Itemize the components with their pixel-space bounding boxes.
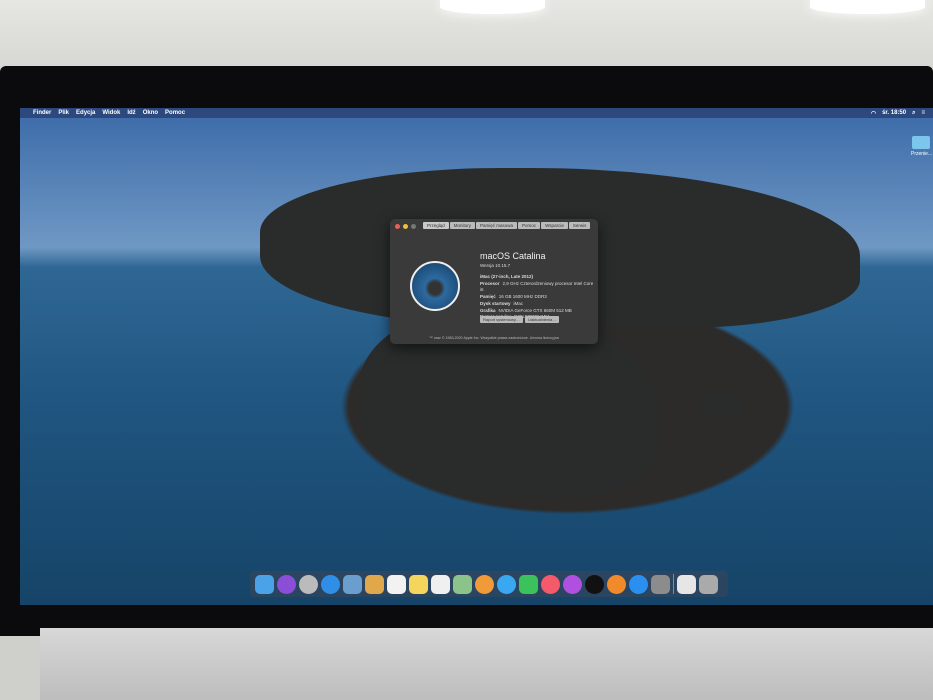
os-version: Wersja 10.15.7 [480, 263, 511, 268]
dock-notes-icon[interactable] [409, 574, 428, 594]
spec-label: Pamięć [480, 294, 496, 300]
tab-storage[interactable]: Pamięć masowa [476, 222, 518, 229]
tab-overview[interactable]: Przegląd [423, 222, 449, 229]
ceiling-lamp [440, 0, 545, 14]
macos-catalina-logo-icon [410, 261, 460, 311]
zoom-button[interactable] [411, 224, 416, 229]
model-name: iMac (27-inch, Late 2012) [480, 274, 534, 279]
dock [250, 571, 728, 597]
dock-contacts-icon[interactable] [365, 574, 384, 594]
dock-books-icon[interactable] [607, 574, 626, 594]
desktop-folder[interactable]: Przenie... [911, 136, 933, 157]
tab-bar: Przegląd Monitory Pamięć masowa Pomoc Ws… [423, 222, 591, 229]
menu-okno[interactable]: Okno [143, 110, 158, 116]
spec-value: 16 GB 1600 MHz DDR3 [498, 294, 547, 300]
dock-documents-icon[interactable] [677, 574, 696, 594]
spec-label: Procesor [480, 280, 500, 286]
dock-facetime-icon[interactable] [519, 574, 538, 594]
dock-calendar-icon[interactable] [387, 574, 406, 594]
dock-safari-icon[interactable] [321, 574, 340, 594]
wallpaper-rock [700, 390, 744, 416]
ceiling [0, 0, 933, 70]
menu-finder[interactable]: Finder [33, 110, 51, 116]
tab-support[interactable]: Pomoc [518, 222, 541, 229]
menu-pomoc[interactable]: Pomoc [165, 110, 185, 116]
folder-icon [912, 136, 930, 149]
folder-label: Przenie... [911, 151, 933, 157]
notification-center-icon[interactable]: ≡ [921, 110, 925, 117]
spec-value: NVIDIA GeForce GTX 660M 512 MB [498, 307, 572, 313]
dock-music-icon[interactable] [541, 574, 560, 594]
dock-podcasts-icon[interactable] [563, 574, 582, 594]
system-report-button[interactable]: Raport systemowy… [480, 316, 523, 323]
dock-reminders-icon[interactable] [431, 574, 450, 594]
tab-displays[interactable]: Monitory [449, 222, 476, 229]
spec-value: iMac [513, 300, 524, 306]
dock-maps-icon[interactable] [453, 574, 472, 594]
clock[interactable]: śr. 18:50 [882, 110, 906, 117]
spec-list: iMac (27-inch, Late 2012) Procesor 2,9 GH… [480, 274, 598, 321]
dock-trash-icon[interactable] [699, 574, 718, 594]
dock-separator [673, 574, 674, 594]
dock-finder-icon[interactable] [255, 574, 274, 594]
spotlight-search-icon[interactable]: ⌕ [912, 110, 915, 117]
imac-chin [40, 628, 933, 700]
tab-help[interactable]: Wsparcie [541, 222, 568, 229]
os-name: macOS Catalina [480, 251, 546, 261]
spec-label: Grafika [480, 307, 496, 313]
wifi-icon[interactable]: ◠ [871, 110, 876, 117]
dock-photos-icon[interactable] [475, 574, 494, 594]
copyright-footer: ™ oraz © 1983-2020 Apple Inc. Wszystkie … [429, 336, 559, 340]
dock-launchpad-icon[interactable] [299, 574, 318, 594]
dock-system-preferences-icon[interactable] [651, 574, 670, 594]
menu-widok[interactable]: Widok [102, 110, 120, 116]
software-update-button[interactable]: Uaktualnienia… [525, 316, 560, 323]
dock-siri-icon[interactable] [277, 574, 296, 594]
tab-service[interactable]: Serwis [568, 222, 591, 229]
menu-bar: Finder Plik Edycja Widok Idź Okno Pomoc … [20, 108, 933, 118]
dock-app-store-icon[interactable] [629, 574, 648, 594]
screen: Finder Plik Edycja Widok Idź Okno Pomoc … [20, 108, 933, 605]
close-button[interactable] [395, 224, 400, 229]
menu-plik[interactable]: Plik [58, 110, 69, 116]
menu-edycja[interactable]: Edycja [76, 110, 95, 116]
dock-preview-icon[interactable] [343, 574, 362, 594]
ceiling-lamp [810, 0, 925, 14]
menu-idz[interactable]: Idź [127, 110, 135, 116]
about-this-mac-window: Przegląd Monitory Pamięć masowa Pomoc Ws… [390, 219, 598, 344]
spec-label: Dysk startowy [480, 300, 511, 306]
dock-messages-icon[interactable] [497, 574, 516, 594]
dock-tv-icon[interactable] [585, 574, 604, 594]
minimize-button[interactable] [403, 224, 408, 229]
